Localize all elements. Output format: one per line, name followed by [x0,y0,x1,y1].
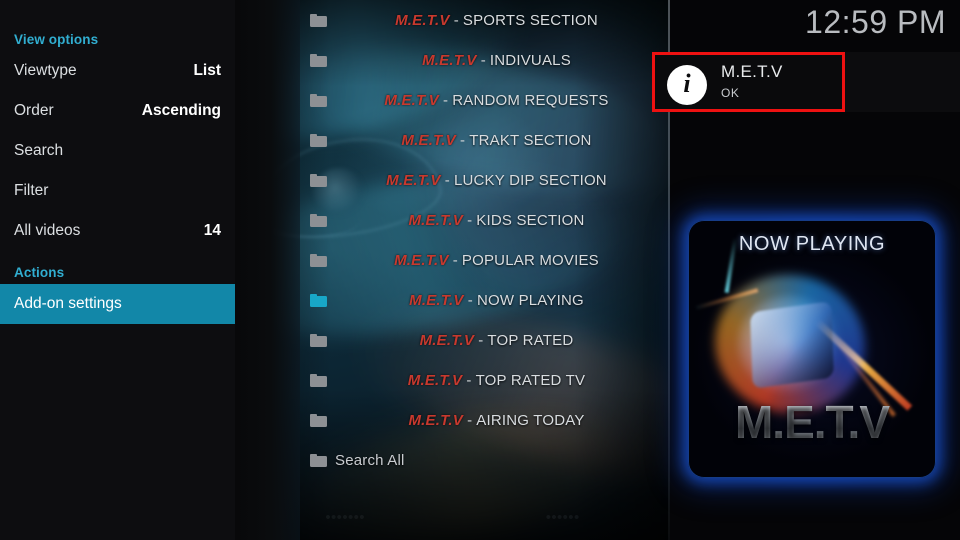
list-item-brand: M.E.T.V [409,291,464,309]
list-item[interactable]: M.E.T.V - TRAKT SECTION [235,120,670,160]
sidebar-item-viewtype[interactable]: Viewtype List [0,51,235,91]
list-item[interactable]: M.E.T.V - LUCKY DIP SECTION [235,160,670,200]
sidebar-item-value: Ascending [141,102,221,119]
list-item-text: M.E.T.V - RANDOM REQUESTS [235,92,670,109]
list-item-brand: M.E.T.V [408,411,463,429]
list-item-brand: M.E.T.V [395,11,450,29]
list-item[interactable]: M.E.T.V - TOP RATED TV [235,360,670,400]
list-item[interactable]: M.E.T.V - RANDOM REQUESTS [235,80,670,120]
list-item-text: M.E.T.V - SPORTS SECTION [235,12,670,29]
list-item[interactable]: M.E.T.V - KIDS SECTION [235,200,670,240]
list-item-brand: M.E.T.V [386,171,441,189]
list-item-separator: - [462,211,477,229]
thumbnail-core [750,301,834,389]
sidebar-item-filter[interactable]: Filter [0,171,235,211]
notification-message: OK [721,86,740,100]
list-item-brand: M.E.T.V [407,371,463,389]
list-item-name: KIDS SECTION [476,211,585,229]
notification-title: M.E.T.V [721,62,783,81]
list-item-separator: - [455,131,470,149]
list-item-brand: M.E.T.V [422,51,477,69]
list-item-text: M.E.T.V - NOW PLAYING [235,292,670,309]
list-item-brand: M.E.T.V [419,331,475,349]
list-item[interactable]: M.E.T.V - SPORTS SECTION [235,0,670,40]
list-item-name: TRAKT SECTION [469,131,592,149]
list-item-separator: - [438,91,453,109]
sidebar-item-search[interactable]: Search [0,131,235,171]
list-item[interactable]: M.E.T.V - INDIVUALS [235,40,670,80]
list-item-name: AIRING TODAY [476,411,585,429]
list-item-separator: - [462,411,477,429]
list-item-separator: - [449,11,463,29]
list-item-text: Search All [235,452,670,469]
list-item-separator: - [448,251,462,269]
list-item-separator: - [440,171,454,189]
list-item-name: NOW PLAYING [476,291,584,309]
list-item-brand: M.E.T.V [408,211,463,229]
list-item-text: M.E.T.V - TOP RATED TV [235,372,670,389]
sidebar-item-label: Order [14,102,54,119]
list-item[interactable]: Search All [235,440,670,480]
clock: 12:59 PM [805,4,946,40]
now-playing-thumbnail[interactable]: NOW PLAYING M.E.T.V [678,214,946,486]
sidebar-group-heading: Actions [14,265,65,280]
thumbnail-art: NOW PLAYING M.E.T.V [688,220,936,478]
list-item-text: M.E.T.V - TOP RATED [235,332,670,349]
sidebar-item-value: 14 [203,222,221,239]
list-item[interactable]: M.E.T.V - AIRING TODAY [235,400,670,440]
list-item[interactable]: M.E.T.V - POPULAR MOVIES [235,240,670,280]
list-item-text: M.E.T.V - LUCKY DIP SECTION [235,172,670,189]
thumbnail-top-label: NOW PLAYING [738,233,886,255]
list-item-text: M.E.T.V - TRAKT SECTION [235,132,670,149]
sidebar-item-add-on-settings[interactable]: Add-on settings [0,284,235,324]
list-item-name: SPORTS SECTION [462,11,598,29]
list-item-separator: - [462,371,476,389]
sidebar-item-value: List [193,62,221,79]
list-item-text: M.E.T.V - INDIVUALS [235,52,670,69]
kodi-screen: M.E.T.V - SPORTS SECTION M.E.T.V - INDIVU… [0,0,960,540]
sidebar-item-label: Filter [14,182,49,199]
sidebar-group-heading: View options [14,32,99,47]
list-item-name: RANDOM REQUESTS [452,91,609,109]
list-item-brand: M.E.T.V [384,91,439,109]
view-options-sidebar[interactable]: View options Viewtype List Order Ascending Se… [0,0,235,540]
list-item-name: TOP RATED TV [475,371,586,389]
list-item-separator: - [476,51,490,69]
list-item-name: POPULAR MOVIES [461,251,599,269]
notification-dialog[interactable]: i M.E.T.V OK [652,52,845,112]
list-item-text: M.E.T.V - AIRING TODAY [235,412,670,429]
list-item-brand: M.E.T.V [394,251,449,269]
list-item-separator: - [463,291,477,309]
sidebar-item-label: Search [14,142,64,159]
sidebar-item-label: All videos [14,222,81,239]
sidebar-item-all-videos[interactable]: All videos 14 [0,211,235,251]
list-item-name: Search All [335,451,405,469]
list-item-name: TOP RATED [487,331,574,349]
sidebar-item-order[interactable]: Order Ascending [0,91,235,131]
list-item-brand: M.E.T.V [401,131,456,149]
media-list[interactable]: M.E.T.V - SPORTS SECTION M.E.T.V - INDIVU… [235,0,670,540]
sidebar-item-label: Viewtype [14,62,77,79]
list-item[interactable]: M.E.T.V - TOP RATED [235,320,670,360]
info-icon: i [667,65,707,105]
info-icon-glyph: i [683,69,691,98]
list-item-text: M.E.T.V - POPULAR MOVIES [235,252,670,269]
thumbnail-logo-text: M.E.T.V [689,395,935,449]
sidebar-item-label: Add-on settings [14,295,122,312]
list-item-name: INDIVUALS [489,51,571,69]
list-item-separator: - [474,331,488,349]
list-item-text: M.E.T.V - KIDS SECTION [235,212,670,229]
list-item-name: LUCKY DIP SECTION [453,171,607,189]
list-item[interactable]: M.E.T.V - NOW PLAYING [235,280,670,320]
